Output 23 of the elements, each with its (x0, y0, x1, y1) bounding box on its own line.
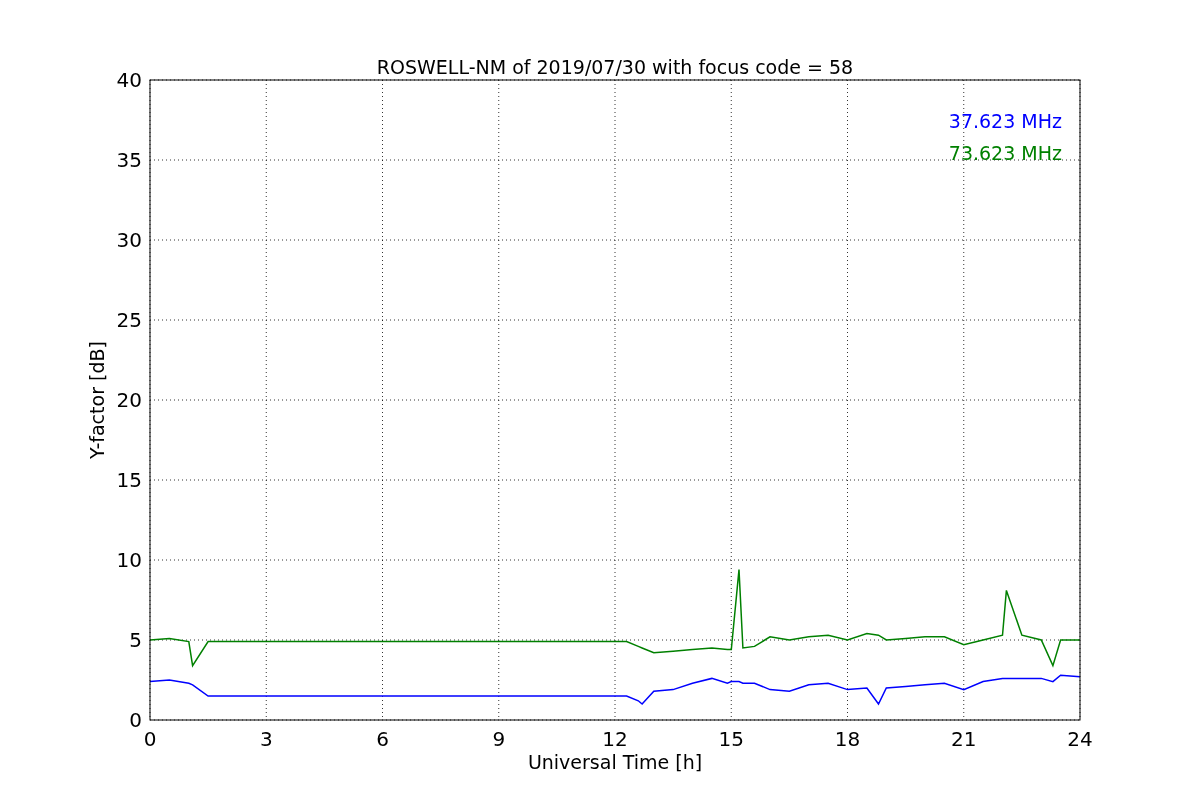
tick-label: 21 (951, 727, 977, 751)
tick-label: 20 (116, 388, 142, 412)
tick-label: 25 (116, 308, 142, 332)
tick-label: 5 (129, 628, 142, 652)
chart-title: ROSWELL-NM of 2019/07/30 with focus code = 58 (376, 56, 854, 78)
tick-label: 12 (602, 727, 628, 751)
tick-label: 3 (259, 727, 273, 751)
tick-label: 30 (116, 228, 142, 252)
tick-label: 10 (116, 548, 142, 572)
tick-label: 18 (834, 727, 861, 751)
tick-label: 6 (376, 727, 389, 751)
tick-label: 40 (116, 68, 142, 92)
tick-label: 0 (129, 708, 142, 732)
x-axis-label: Universal Time [h] (527, 751, 703, 773)
tick-label: 35 (116, 148, 142, 172)
tick-label: 9 (492, 727, 506, 751)
legend-label: 73.623 MHz (948, 142, 1062, 164)
legend-label: 37.623 MHz (948, 110, 1062, 132)
tick-label: 15 (116, 468, 142, 492)
tick-label: 24 (1067, 727, 1093, 751)
tick-label: 15 (718, 727, 744, 751)
y-axis-label: Y-factor [dB] (86, 341, 108, 459)
tick-label: 0 (143, 727, 157, 751)
